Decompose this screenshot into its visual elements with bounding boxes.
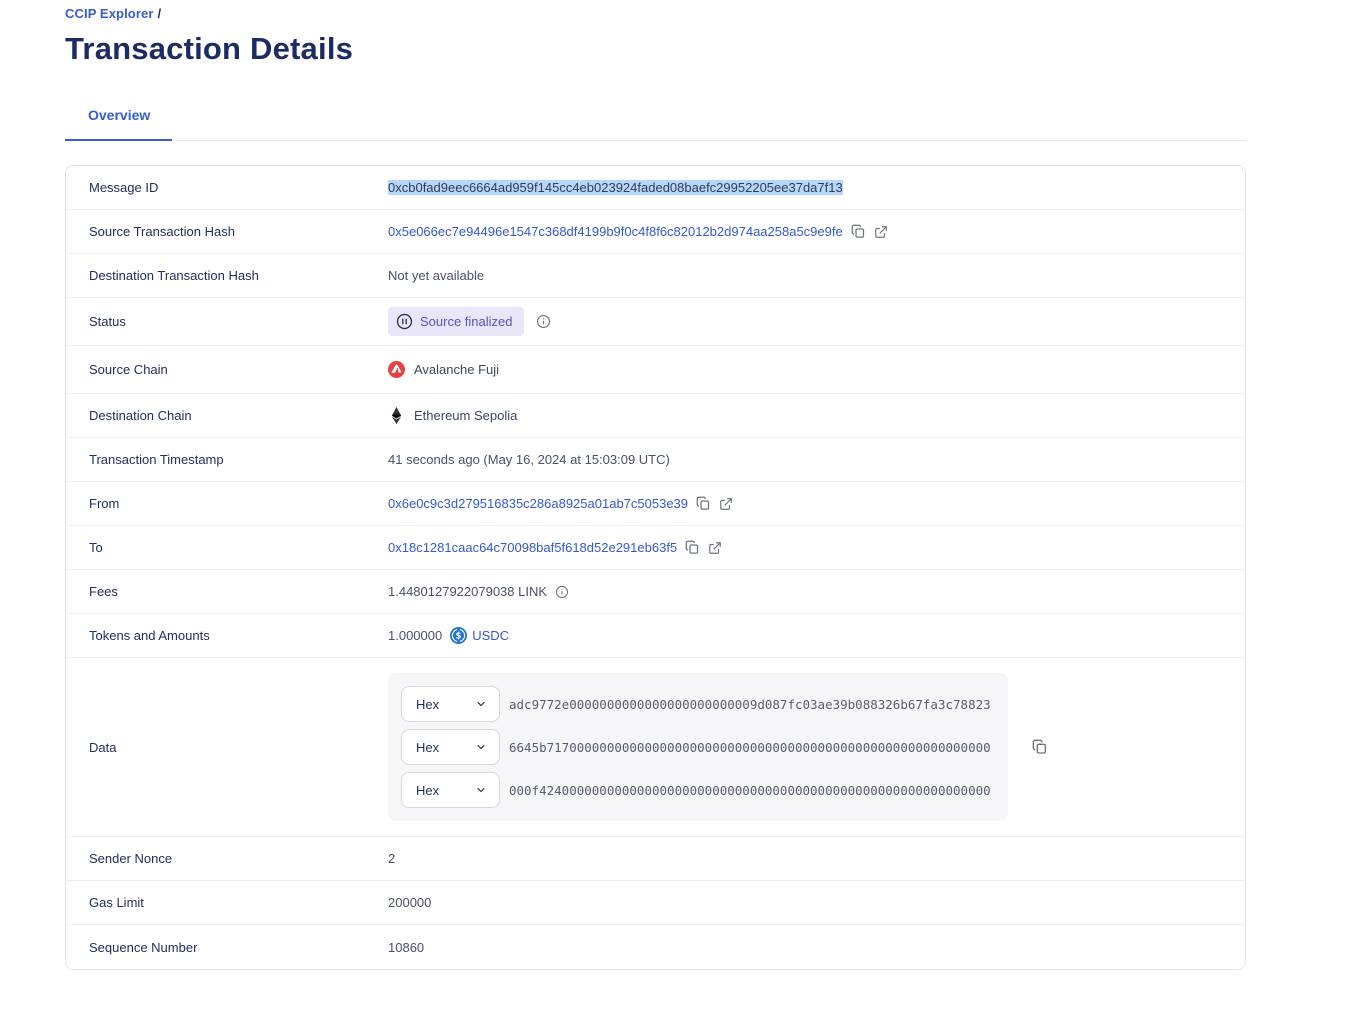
sequence-number-value: 10860: [388, 940, 424, 955]
row-data: Data Hex adc9772e00000000000000000000000…: [66, 658, 1245, 837]
finality-progress-icon: [396, 313, 413, 330]
dest-chain-label: Destination Chain: [66, 408, 388, 423]
hex-format-label: Hex: [416, 783, 439, 798]
row-dest-tx-hash: Destination Transaction Hash Not yet ava…: [66, 254, 1245, 298]
copy-icon[interactable]: [851, 224, 866, 239]
sender-nonce-value: 2: [388, 851, 395, 866]
breadcrumb-link-ccip-explorer[interactable]: CCIP Explorer: [65, 6, 153, 21]
hex-format-select[interactable]: Hex: [401, 772, 500, 808]
status-label: Status: [66, 314, 388, 329]
row-message-id: Message ID 0xcb0fad9eec6664ad959f145cc4e…: [66, 166, 1245, 210]
tab-bar: Overview: [65, 107, 1246, 141]
timestamp-value: 41 seconds ago (May 16, 2024 at 15:03:09…: [388, 452, 670, 467]
sequence-number-label: Sequence Number: [66, 940, 388, 955]
chevron-down-icon: [475, 741, 487, 753]
info-icon[interactable]: [536, 314, 551, 329]
row-fees: Fees 1.4480127922079038 LINK: [66, 570, 1245, 614]
status-badge: Source finalized: [388, 307, 524, 336]
data-label: Data: [66, 740, 388, 755]
data-hex-value: adc9772e0000000000000000000000009d087fc0…: [509, 697, 991, 712]
row-sequence-number: Sequence Number 10860: [66, 925, 1245, 969]
external-link-icon[interactable]: [874, 225, 888, 239]
external-link-icon[interactable]: [708, 541, 722, 555]
row-gas-limit: Gas Limit 200000: [66, 881, 1245, 925]
copy-icon[interactable]: [685, 540, 700, 555]
details-card: Message ID 0xcb0fad9eec6664ad959f145cc4e…: [65, 165, 1246, 970]
page-title: Transaction Details: [65, 31, 1354, 67]
avalanche-icon: [388, 361, 405, 378]
row-from: From 0x6e0c9c3d279516835c286a8925a01ab7c…: [66, 482, 1245, 526]
transaction-details-page: CCIP Explorer / Transaction Details Overv…: [0, 0, 1354, 970]
row-source-chain: Source Chain Avalanche Fuji: [66, 346, 1245, 394]
breadcrumb: CCIP Explorer /: [65, 6, 1354, 21]
hex-format-select[interactable]: Hex: [401, 686, 500, 722]
source-tx-hash-label: Source Transaction Hash: [66, 224, 388, 239]
chevron-down-icon: [475, 698, 487, 710]
ethereum-icon: [388, 407, 405, 424]
row-dest-chain: Destination Chain Ethereum Sepolia: [66, 394, 1245, 438]
row-sender-nonce: Sender Nonce 2: [66, 837, 1245, 881]
data-line: Hex 000f42400000000000000000000000000000…: [401, 772, 995, 808]
info-icon[interactable]: [555, 585, 569, 599]
breadcrumb-separator: /: [157, 6, 161, 21]
tokens-amounts-label: Tokens and Amounts: [66, 628, 388, 643]
dest-tx-hash-label: Destination Transaction Hash: [66, 268, 388, 283]
svg-text:$: $: [456, 632, 462, 642]
hex-format-label: Hex: [416, 740, 439, 755]
fees-label: Fees: [66, 584, 388, 599]
row-to: To 0x18c1281caac64c70098baf5f618d52e291e…: [66, 526, 1245, 570]
row-tokens-amounts: Tokens and Amounts 1.000000 $ USDC: [66, 614, 1245, 658]
source-tx-hash-link[interactable]: 0x5e066ec7e94496e1547c368df4199b9f0c4f8f…: [388, 224, 843, 239]
row-timestamp: Transaction Timestamp 41 seconds ago (Ma…: [66, 438, 1245, 482]
hex-format-select[interactable]: Hex: [401, 729, 500, 765]
gas-limit-value: 200000: [388, 895, 431, 910]
token-link[interactable]: $ USDC: [450, 627, 509, 644]
external-link-icon[interactable]: [719, 497, 733, 511]
row-source-tx-hash: Source Transaction Hash 0x5e066ec7e94496…: [66, 210, 1245, 254]
data-line: Hex adc9772e0000000000000000000000009d08…: [401, 686, 995, 722]
usdc-icon: $: [450, 627, 467, 644]
token-amount: 1.000000: [388, 628, 442, 643]
source-chain-label: Source Chain: [66, 362, 388, 377]
data-line: Hex 6645b7170000000000000000000000000000…: [401, 729, 995, 765]
dest-chain-value: Ethereum Sepolia: [414, 408, 517, 423]
hex-format-label: Hex: [416, 697, 439, 712]
message-id-label: Message ID: [66, 180, 388, 195]
to-address-link[interactable]: 0x18c1281caac64c70098baf5f618d52e291eb63…: [388, 540, 677, 555]
data-hex-value: 000f424000000000000000000000000000000000…: [509, 783, 991, 798]
chevron-down-icon: [475, 784, 487, 796]
from-address-link[interactable]: 0x6e0c9c3d279516835c286a8925a01ab7c5053e…: [388, 496, 688, 511]
sender-nonce-label: Sender Nonce: [66, 851, 388, 866]
token-symbol: USDC: [472, 628, 509, 643]
message-id-value: 0xcb0fad9eec6664ad959f145cc4eb023924fade…: [388, 180, 843, 195]
row-status: Status Source finalized: [66, 298, 1245, 346]
copy-icon[interactable]: [696, 496, 711, 511]
data-box: Hex adc9772e0000000000000000000000009d08…: [388, 673, 1008, 821]
to-label: To: [66, 540, 388, 555]
gas-limit-label: Gas Limit: [66, 895, 388, 910]
dest-tx-hash-value: Not yet available: [388, 268, 484, 283]
from-label: From: [66, 496, 388, 511]
status-badge-text: Source finalized: [420, 314, 513, 329]
tab-overview[interactable]: Overview: [65, 107, 172, 140]
fees-value: 1.4480127922079038 LINK: [388, 584, 547, 599]
copy-icon[interactable]: [1032, 739, 1048, 755]
data-hex-value: 6645b71700000000000000000000000000000000…: [509, 740, 991, 755]
source-chain-value: Avalanche Fuji: [414, 362, 499, 377]
timestamp-label: Transaction Timestamp: [66, 452, 388, 467]
